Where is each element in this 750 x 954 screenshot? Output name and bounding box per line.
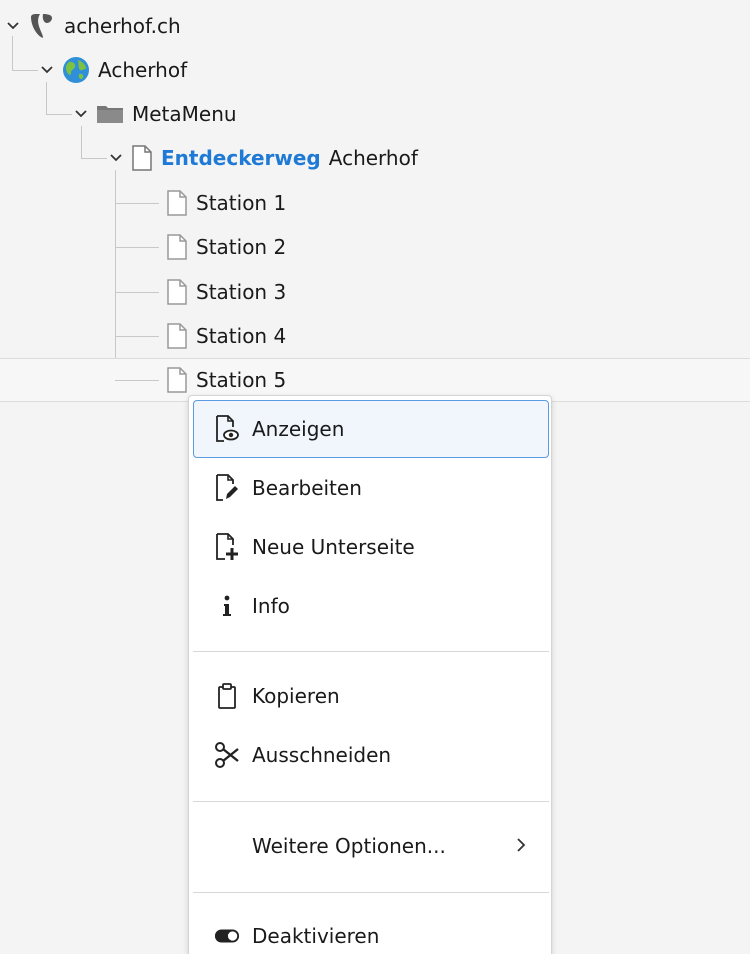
globe-icon [62,56,90,84]
menu-item-new-subpage[interactable]: Neue Unterseite [193,518,549,576]
typo3-logo-icon [28,12,56,40]
chevron-down-icon[interactable] [72,105,90,123]
menu-item-label: Anzeigen [252,417,345,441]
menu-item-label: Kopieren [252,684,340,708]
menu-item-label: Deaktivieren [252,924,380,948]
chevron-down-icon[interactable] [4,17,22,35]
tree-line [115,292,159,293]
tree-node-root[interactable]: acherhof.ch [4,4,181,48]
clipboard-icon [214,683,240,709]
menu-divider [193,892,549,893]
menu-item-copy[interactable]: Kopieren [193,667,549,725]
tree-node-label: Acherhof [98,58,188,82]
menu-item-cut[interactable]: Ausschneiden [193,726,549,784]
page-icon [131,145,153,171]
menu-divider [193,801,549,802]
toggle-icon [214,927,240,945]
page-edit-icon [214,474,240,502]
chevron-right-icon [516,834,526,858]
tree-node-label: Station 1 [196,191,287,215]
tree-node-station[interactable]: Station 2 [166,225,286,269]
tree-node-label: MetaMenu [132,102,237,126]
info-icon [214,594,240,618]
menu-item-edit[interactable]: Bearbeiten [193,459,549,517]
tree-line [115,170,116,380]
scissors-icon [214,741,240,769]
tree-line [12,70,38,71]
menu-item-label: Bearbeiten [252,476,362,500]
chevron-down-icon[interactable] [107,149,125,167]
tree-node-label: Station 3 [196,280,287,304]
folder-icon [96,103,124,125]
context-menu: Anzeigen Bearbeiten Neue Unterseite Info… [188,395,552,954]
page-new-icon [214,533,240,561]
page-icon [166,190,188,216]
menu-item-info[interactable]: Info [193,577,549,635]
menu-item-label: Neue Unterseite [252,535,415,559]
menu-item-deactivate[interactable]: Deaktivieren [193,907,549,954]
page-tree: acherhof.ch Acherhof MetaMenu Entdeckerw… [0,0,750,410]
tree-node-station[interactable]: Station 1 [166,181,286,225]
menu-divider [193,651,549,652]
tree-node-label: Station 2 [196,235,287,259]
page-icon [166,323,188,349]
tree-node-station[interactable]: Station 3 [166,270,286,314]
tree-node-station[interactable]: Station 4 [166,314,286,358]
tree-node-label: acherhof.ch [64,14,181,38]
tree-node-folder[interactable]: MetaMenu [72,92,237,136]
tree-node-label-highlight: Entdeckerweg [161,146,321,170]
tree-line [115,203,159,204]
tree-line [46,114,72,115]
page-icon [166,279,188,305]
tree-node-label: Station 5 [196,368,287,392]
tree-node-site[interactable]: Acherhof [38,48,187,92]
tree-node-label: Station 4 [196,324,287,348]
tree-line [115,336,159,337]
menu-item-label: Weitere Optionen... [252,834,446,858]
tree-node-page[interactable]: Entdeckerweg Acherhof [107,136,418,180]
tree-node-label: Acherhof [328,146,418,170]
page-icon [166,234,188,260]
menu-item-more-options[interactable]: Weitere Optionen... [193,817,549,875]
tree-line [115,380,159,381]
menu-item-label: Info [252,594,290,618]
chevron-down-icon[interactable] [38,61,56,79]
menu-item-show[interactable]: Anzeigen [193,400,549,458]
page-icon [166,367,188,393]
menu-item-label: Ausschneiden [252,743,392,767]
page-view-icon [214,415,240,443]
tree-line [81,158,107,159]
tree-line [115,247,159,248]
